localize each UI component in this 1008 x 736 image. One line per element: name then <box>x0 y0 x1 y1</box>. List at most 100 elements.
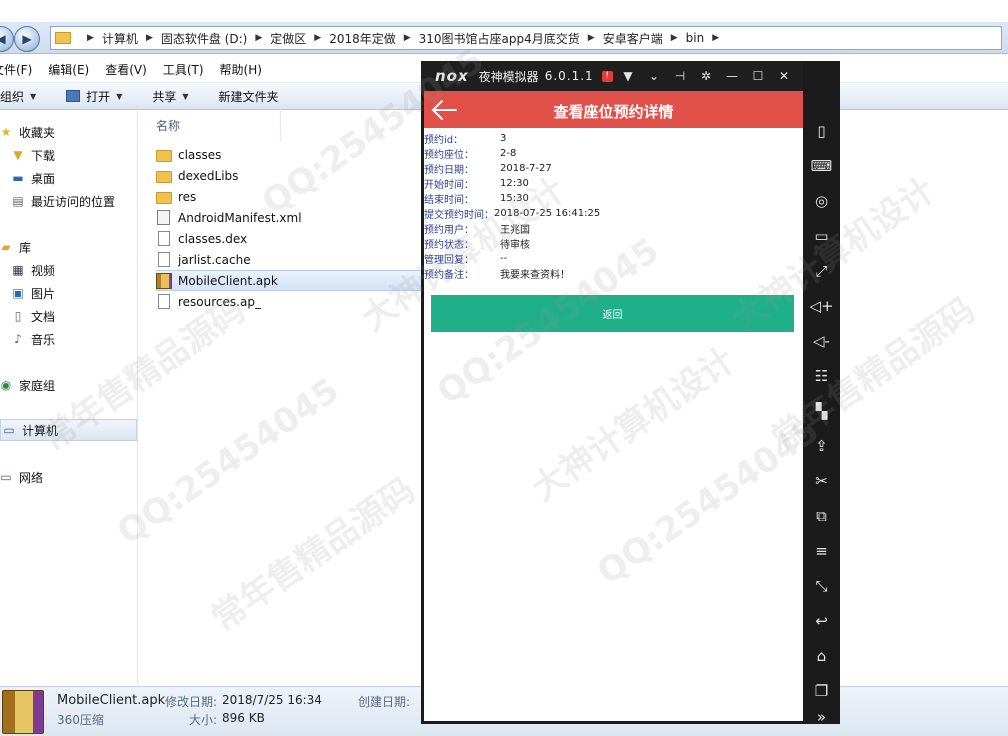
fullscreen-icon[interactable]: ⤢ <box>803 257 840 285</box>
detail-row-status: 预约状态： 待审核 <box>424 236 530 251</box>
nav-documents[interactable]: ▯ 文档 <box>10 305 55 327</box>
network-icon: ▭ <box>0 470 12 484</box>
address-bar: ◀ ▶ ▶ 计算机 ▶ 固态软件盘 (D:) ▶ 定做区 ▶ 2018年定做 ▶… <box>0 22 1008 54</box>
toolbox-icon[interactable]: ☷ <box>803 362 840 390</box>
minimize-icon[interactable]: — <box>719 69 745 83</box>
file-row-resources[interactable]: resources.ap_ <box>156 291 422 312</box>
nav-desktop[interactable]: ▬ 桌面 <box>10 167 55 189</box>
location-icon[interactable]: ◎ <box>803 187 840 215</box>
detail-label: 管理回复： <box>424 255 474 266</box>
app-header: 查看座位预约详情 <box>424 91 803 128</box>
file-name: jarlist.cache <box>178 252 251 267</box>
nav-pictures[interactable]: ▣ 图片 <box>10 282 55 304</box>
return-button[interactable]: 返回 <box>431 295 794 332</box>
breadcrumb-item[interactable]: 固态软件盘 (D:) <box>161 30 247 47</box>
nav-label: 最近访问的位置 <box>31 194 116 209</box>
pin-icon[interactable]: ⊣ <box>667 69 693 83</box>
volume-down-icon[interactable]: ◁- <box>803 327 840 355</box>
nav-libraries[interactable]: ▰ 库 <box>0 236 31 258</box>
maximize-icon[interactable]: ☐ <box>745 69 771 83</box>
menu-icon[interactable]: ≡ <box>803 537 840 565</box>
nav-network[interactable]: ▭ 网络 <box>0 466 43 488</box>
nav-music[interactable]: ♪ 音乐 <box>10 328 55 350</box>
detail-row-seat: 预约座位： 2-8 <box>424 146 516 161</box>
detail-label: 预约用户： <box>424 225 474 236</box>
detail-label: 预约备注： <box>424 270 474 281</box>
breadcrumb-item[interactable]: 安卓客户端 <box>603 30 663 47</box>
home-icon[interactable]: ⌂ <box>803 642 840 670</box>
file-row-jarlist[interactable]: jarlist.cache <box>156 249 422 270</box>
open-button[interactable]: 打开 ▼ <box>56 88 132 105</box>
resize-icon[interactable]: ⤡ <box>803 572 840 600</box>
back-icon[interactable]: ↩ <box>803 607 840 635</box>
path-box[interactable]: ▶ 计算机 ▶ 固态软件盘 (D:) ▶ 定做区 ▶ 2018年定做 ▶ 310… <box>50 26 1002 50</box>
folder-icon <box>156 149 172 162</box>
breadcrumb: ▶ 计算机 ▶ 固态软件盘 (D:) ▶ 定做区 ▶ 2018年定做 ▶ 310… <box>79 30 727 47</box>
file-row-dexedlibs[interactable]: dexedLibs <box>156 165 422 186</box>
chevron-right-icon: ▶ <box>587 33 595 43</box>
macro-icon[interactable]: ▚ <box>803 397 840 425</box>
file-row-mobileclient-apk[interactable]: MobileClient.apk <box>156 270 422 291</box>
new-folder-button[interactable]: 新建文件夹 <box>209 88 289 105</box>
new-folder-label: 新建文件夹 <box>218 89 279 104</box>
file-icon <box>158 231 170 246</box>
file-row-res[interactable]: res <box>156 186 422 207</box>
recent-apps-icon[interactable]: ❐ <box>803 677 840 705</box>
nav-videos[interactable]: ▦ 视频 <box>10 259 55 281</box>
detail-row-submitted: 提交预约时间： 2018-07-25 16:41:25 <box>424 206 600 221</box>
file-row-classes-dex[interactable]: classes.dex <box>156 228 422 249</box>
file-row-classes[interactable]: classes <box>156 144 422 165</box>
nav-label: 图片 <box>31 286 56 301</box>
chevron-right-icon: ▶ <box>255 33 263 43</box>
shake-icon[interactable]: ▯ <box>803 117 840 145</box>
archive-icon <box>156 272 172 289</box>
emulator-titlebar[interactable]: nox 夜神模拟器 6.0.1.1 ! ▼ ⌄ ⊣ ✲ — ☐ ✕ <box>421 61 803 91</box>
menu-help[interactable]: 帮助(H) <box>212 61 270 78</box>
alert-icon[interactable]: ! <box>601 70 613 82</box>
organize-button[interactable]: 组织 ▼ <box>0 88 46 105</box>
close-icon[interactable]: ✕ <box>771 69 797 83</box>
screenshot-icon[interactable]: ✂ <box>803 467 840 495</box>
details-size-value: 896 KB <box>222 711 265 725</box>
file-row-androidmanifest[interactable]: AndroidManifest.xml <box>156 207 422 228</box>
nav-label: 视频 <box>31 263 56 278</box>
nav-label: 网络 <box>19 470 44 485</box>
nav-homegroup[interactable]: ◉ 家庭组 <box>0 374 55 396</box>
back-button[interactable]: ◀ <box>0 26 14 52</box>
column-header-name[interactable]: 名称 <box>156 117 180 134</box>
keyboard-icon[interactable]: ⌨ <box>803 152 840 180</box>
menu-file[interactable]: 文件(F) <box>0 61 40 78</box>
shirt-icon[interactable]: ▼ <box>615 69 641 83</box>
detail-value: 2018-7-27 <box>500 163 552 174</box>
column-divider[interactable] <box>280 111 281 141</box>
chevron-down-icon[interactable]: ⌄ <box>641 69 667 83</box>
breadcrumb-item[interactable]: 310图书馆占座app4月底交货 <box>419 30 580 47</box>
download-folder-icon: ▼ <box>13 148 23 162</box>
multi-instance-icon[interactable]: ⧉ <box>803 502 840 530</box>
nav-label: 收藏夹 <box>19 125 56 140</box>
screen-icon[interactable]: ▭ <box>803 222 840 250</box>
share-button[interactable]: 共享 ▼ <box>142 88 198 105</box>
file-name: AndroidManifest.xml <box>178 210 302 225</box>
breadcrumb-item[interactable]: 计算机 <box>102 30 138 47</box>
detail-row-start: 开始时间： 12:30 <box>424 176 529 191</box>
nav-downloads[interactable]: ▼ 下载 <box>10 144 55 166</box>
breadcrumb-item[interactable]: bin <box>686 31 705 45</box>
gear-icon[interactable]: ✲ <box>693 69 719 83</box>
emulator-toolbar: ▯ ⌨ ◎ ▭ ⤢ ◁+ ◁- ☷ ▚ ⇪ ✂ ⧉ ≡ ⤡ ↩ ⌂ ❐ » <box>803 91 840 726</box>
forward-button[interactable]: ▶ <box>14 26 40 52</box>
menu-tools[interactable]: 工具(T) <box>155 61 212 78</box>
nav-favorites[interactable]: ★ 收藏夹 <box>0 121 55 143</box>
menu-view[interactable]: 查看(V) <box>97 61 155 78</box>
menu-edit[interactable]: 编辑(E) <box>40 61 97 78</box>
expand-icon[interactable]: » <box>803 703 840 731</box>
nav-computer[interactable]: ▭ 计算机 <box>0 419 137 441</box>
breadcrumb-item[interactable]: 2018年定做 <box>329 30 396 47</box>
xml-file-icon <box>157 210 170 225</box>
nav-recent[interactable]: ▤ 最近访问的位置 <box>10 190 115 212</box>
breadcrumb-item[interactable]: 定做区 <box>270 30 306 47</box>
detail-value: 2018-07-25 16:41:25 <box>494 208 601 219</box>
chevron-right-icon: ▶ <box>314 33 322 43</box>
volume-up-icon[interactable]: ◁+ <box>803 292 840 320</box>
apk-install-icon[interactable]: ⇪ <box>803 432 840 460</box>
